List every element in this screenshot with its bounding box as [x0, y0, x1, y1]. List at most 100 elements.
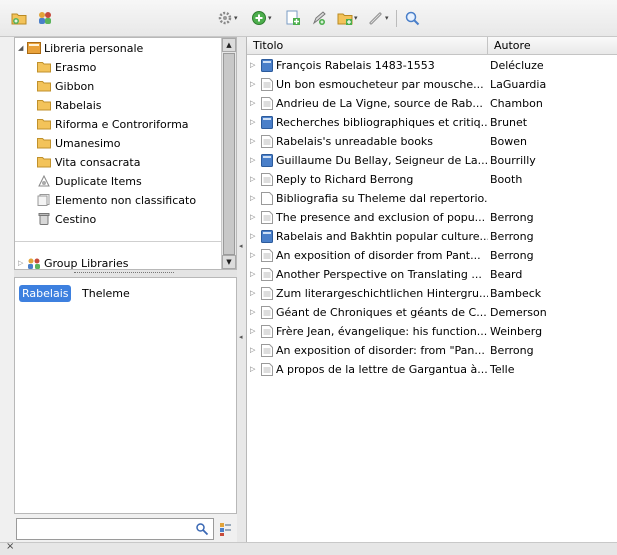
new-item-icon[interactable]: [251, 10, 267, 26]
journal-article-icon: [261, 173, 273, 186]
item-row[interactable]: ▷ Frère Jean, évangelique: his function..…: [247, 322, 617, 341]
expand-arrow-icon[interactable]: ▷: [250, 246, 255, 265]
expand-arrow-icon[interactable]: ▷: [250, 113, 255, 132]
collection-label: Riforma e Controriforma: [55, 118, 189, 131]
item-row[interactable]: ▷ Recherches bibliographiques et critiq..…: [247, 113, 617, 132]
collection-folder[interactable]: Vita consacrata: [15, 153, 223, 172]
item-row[interactable]: ▷ Reply to Richard Berrong Booth: [247, 170, 617, 189]
library-icon: [27, 42, 41, 54]
expand-arrow-icon[interactable]: ▷: [18, 254, 23, 269]
item-row[interactable]: ▷ Another Perspective on Translating ... B…: [247, 265, 617, 284]
item-row[interactable]: ▷ Zum literargeschichtlichen Hintergru...…: [247, 284, 617, 303]
item-row[interactable]: ▷ An exposition of disorder from Pant... B…: [247, 246, 617, 265]
expand-arrow-icon[interactable]: ▷: [250, 56, 255, 75]
splitter-grip[interactable]: [74, 272, 174, 274]
folder-icon: [37, 81, 51, 92]
expand-arrow-icon[interactable]: ▷: [250, 227, 255, 246]
tag-selector-menu-icon[interactable]: [218, 521, 234, 537]
collections-scrollbar[interactable]: ▲ ▼: [221, 38, 236, 269]
new-note-icon[interactable]: [311, 10, 327, 26]
trash-icon: [38, 213, 50, 225]
column-header-title[interactable]: Titolo: [247, 37, 488, 55]
items-pane[interactable]: Titolo Autore ▷ François Rabelais 1483-15…: [246, 37, 617, 542]
folder-icon: [37, 119, 51, 130]
expand-arrow-icon[interactable]: ▷: [250, 208, 255, 227]
collection-group-libraries[interactable]: ▷ Group Libraries: [15, 254, 223, 269]
collection-label: Rabelais: [55, 99, 102, 112]
expand-arrow-icon[interactable]: ▷: [250, 75, 255, 94]
expand-arrow-icon[interactable]: ▷: [250, 341, 255, 360]
collapse-left-icon[interactable]: ◂: [239, 242, 243, 250]
chevron-down-icon[interactable]: ▾: [354, 14, 358, 22]
tag-theleme[interactable]: Theleme: [79, 285, 133, 302]
book-icon: [261, 116, 273, 129]
collections-pane[interactable]: ◢ Libreria personale Erasmo Gibbon Rabel…: [14, 37, 237, 270]
item-row[interactable]: ▷ Rabelais's unreadable books Bowen: [247, 132, 617, 151]
actions-gear-icon[interactable]: [217, 10, 233, 26]
expand-arrow-icon[interactable]: ▷: [250, 265, 255, 284]
chevron-down-icon[interactable]: ▾: [268, 14, 272, 22]
collection-unfiled[interactable]: Elemento non classificato: [15, 191, 223, 210]
pane-splitter[interactable]: ◂ ◂: [237, 37, 246, 542]
collections-tags-splitter[interactable]: [14, 270, 237, 277]
new-group-icon[interactable]: [37, 10, 53, 26]
expand-arrow-icon[interactable]: ▷: [250, 322, 255, 341]
item-author: Weinberg: [490, 325, 543, 338]
expand-arrow-icon[interactable]: ▷: [250, 303, 255, 322]
tag-selector[interactable]: Rabelais Theleme: [14, 277, 237, 514]
scroll-thumb[interactable]: [223, 53, 235, 255]
search-icon[interactable]: [404, 10, 420, 26]
expand-arrow-icon[interactable]: ▷: [250, 170, 255, 189]
item-row[interactable]: ▷ Andrieu de La Vigne, source de Rab... Ch…: [247, 94, 617, 113]
attach-link-icon[interactable]: [368, 10, 384, 26]
collection-folder[interactable]: Riforma e Controriforma: [15, 115, 223, 134]
tag-filter-input[interactable]: [16, 518, 214, 540]
document-icon: [261, 192, 273, 205]
folder-icon: [37, 157, 51, 168]
new-collection-icon[interactable]: [11, 10, 27, 26]
collection-trash[interactable]: Cestino: [15, 210, 223, 229]
add-attachment-icon[interactable]: [337, 10, 353, 26]
item-title: An exposition of disorder from Pant...: [276, 249, 481, 262]
item-row[interactable]: ▷ Bibliografia su Theleme dal repertorio.…: [247, 189, 617, 208]
item-row[interactable]: ▷ An exposition of disorder: from "Pan...…: [247, 341, 617, 360]
tag-rabelais[interactable]: Rabelais: [19, 285, 72, 302]
item-title: Rabelais's unreadable books: [276, 135, 434, 148]
book-icon: [261, 230, 273, 243]
collection-folder[interactable]: Erasmo: [15, 58, 223, 77]
scroll-up-icon[interactable]: ▲: [222, 38, 236, 52]
item-row[interactable]: ▷ A propos de la lettre de Gargantua à...…: [247, 360, 617, 379]
collection-duplicate-items[interactable]: Duplicate Items: [15, 172, 223, 191]
collection-folder[interactable]: Gibbon: [15, 77, 223, 96]
item-row[interactable]: ▷ Guillaume Du Bellay, Seigneur de La... B…: [247, 151, 617, 170]
collection-library[interactable]: ◢ Libreria personale: [15, 39, 223, 58]
add-by-identifier-icon[interactable]: [285, 10, 301, 26]
item-title: Rabelais and Bakhtin popular culture...: [276, 230, 488, 243]
item-author: Chambon: [490, 97, 543, 110]
chevron-down-icon[interactable]: ▾: [385, 14, 389, 22]
column-header-author[interactable]: Autore: [488, 37, 617, 55]
item-row[interactable]: ▷ Rabelais and Bakhtin popular culture...…: [247, 227, 617, 246]
items-header: Titolo Autore: [247, 37, 617, 55]
journal-article-icon: [261, 344, 273, 357]
expand-arrow-icon[interactable]: ▷: [250, 151, 255, 170]
collapse-left-icon[interactable]: ◂: [239, 333, 243, 341]
item-row[interactable]: ▷ Un bon esmoucheteur par mousche... LaGua…: [247, 75, 617, 94]
expand-arrow-icon[interactable]: ▷: [250, 94, 255, 113]
expand-arrow-icon[interactable]: ▷: [250, 360, 255, 379]
expand-arrow-icon[interactable]: ▷: [250, 132, 255, 151]
collapse-arrow-icon[interactable]: ◢: [18, 39, 23, 58]
item-row[interactable]: ▷ François Rabelais 1483-1553 Delécluze: [247, 56, 617, 75]
item-author: Bourrilly: [490, 154, 536, 167]
chevron-down-icon[interactable]: ▾: [234, 14, 238, 22]
collection-folder[interactable]: Rabelais: [15, 96, 223, 115]
item-author: Brunet: [490, 116, 528, 129]
unfiled-items-icon: [37, 194, 50, 206]
scroll-down-icon[interactable]: ▼: [222, 255, 236, 269]
close-icon[interactable]: ×: [6, 541, 14, 552]
item-row[interactable]: ▷ The presence and exclusion of popu... Be…: [247, 208, 617, 227]
item-row[interactable]: ▷ Géant de Chroniques et géants de C... De…: [247, 303, 617, 322]
expand-arrow-icon[interactable]: ▷: [250, 284, 255, 303]
expand-arrow-icon[interactable]: ▷: [250, 189, 255, 208]
collection-folder[interactable]: Umanesimo: [15, 134, 223, 153]
